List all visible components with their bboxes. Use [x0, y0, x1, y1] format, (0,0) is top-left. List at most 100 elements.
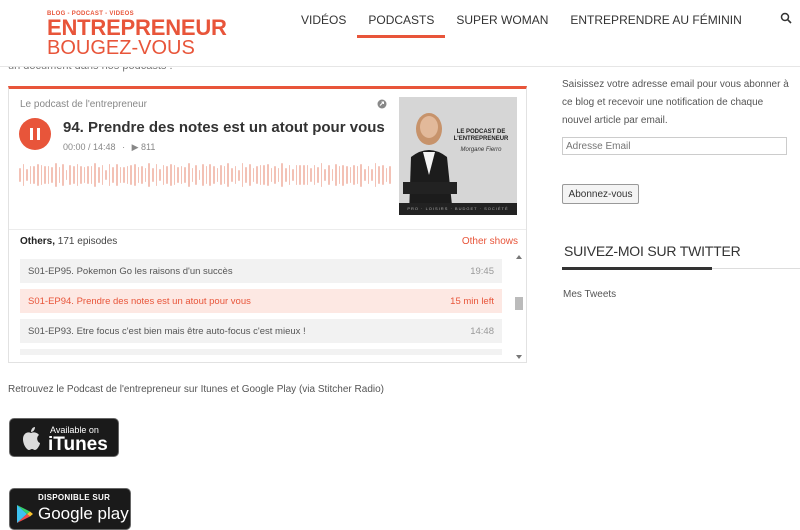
waveform-bar [256, 166, 258, 184]
waveform-bar [44, 166, 46, 184]
waveform-bar [238, 169, 240, 181]
waveform-bar [198, 169, 201, 181]
nav-podcasts[interactable]: PODCASTS [357, 0, 446, 38]
nav-entreprendre-au-feminin[interactable]: ENTREPRENDRE AU FÉMININ [559, 0, 752, 38]
twitter-section-title: SUIVEZ-MOI SUR TWITTER [564, 243, 741, 259]
podcast-name[interactable]: Le podcast de l'entrepreneur [20, 99, 147, 110]
gplay-badge-small: DISPONIBLE SUR [38, 493, 111, 502]
waveform-bar [36, 164, 39, 186]
list-item-partial[interactable] [20, 349, 502, 355]
waveform-bar [191, 168, 194, 182]
my-tweets-link[interactable]: Mes Tweets [563, 289, 616, 300]
logo-main-text: ENTREPRENEUR [47, 15, 227, 40]
waveform-bar [223, 165, 226, 185]
waveform-bar [320, 163, 323, 187]
subscribe-button[interactable]: Abonnez-vous [562, 184, 639, 204]
episode-item-title: S01-EP93. Etre focus c'est bien mais êtr… [28, 326, 306, 337]
waveform-bar [123, 166, 125, 184]
gplay-badge-big: Google play [38, 504, 129, 523]
waveform-bar [205, 165, 208, 185]
scroll-thumb[interactable] [515, 297, 523, 310]
apple-icon [23, 427, 40, 450]
episode-item-title: S01-EP94. Prendre des notes est un atout… [28, 296, 251, 307]
itunes-badge[interactable]: Available on iTunes [9, 418, 119, 457]
waveform-bar [130, 164, 132, 186]
list-item-active[interactable]: S01-EP94. Prendre des notes est un atout… [20, 289, 502, 313]
waveform-bar [360, 163, 362, 187]
waveform-bar [26, 168, 28, 182]
share-icon[interactable] [377, 99, 387, 109]
waveform-bar [216, 167, 219, 183]
nav-videos[interactable]: VIDÉOS [290, 0, 357, 38]
waveform-bar [180, 165, 183, 185]
waveform-bar [371, 168, 373, 182]
waveform-bar [33, 166, 35, 184]
waveform-bar [54, 163, 57, 187]
waveform-bar [47, 166, 50, 184]
episode-item-duration: 15 min left [450, 296, 494, 307]
waveform-bar [227, 163, 230, 187]
google-play-badge[interactable]: DISPONIBLE SUR Google play [9, 488, 131, 530]
google-play-icon [17, 505, 33, 523]
waveform-bar [317, 167, 319, 183]
episode-count: Others, 171 episodes [20, 236, 118, 247]
waveform-bar [112, 166, 115, 184]
title-underline [562, 267, 712, 270]
episode-list-scrollbar[interactable] [515, 255, 523, 359]
search-icon[interactable] [780, 12, 792, 24]
waveform-bar [162, 165, 165, 185]
waveform-bar [58, 167, 61, 183]
waveform-bar [367, 165, 370, 185]
waveform-bar [155, 164, 158, 186]
waveform-bar [259, 165, 262, 185]
waveform-bar [202, 164, 204, 186]
waveform-bar [213, 166, 215, 184]
waveform-bar [90, 165, 93, 185]
waveform-bar [385, 167, 388, 183]
episode-meta: 00:00 / 14:48 · ▶ 811 [63, 142, 156, 152]
waveform-bar [159, 168, 161, 182]
waveform-bar [137, 167, 140, 183]
waveform-bar [381, 164, 384, 186]
waveform-bar [22, 163, 25, 187]
list-item[interactable]: S01-EP93. Etre focus c'est bien mais êtr… [20, 319, 502, 343]
plays-icon: ▶ [131, 142, 139, 152]
waveform-bar [310, 168, 312, 182]
waveform-bar [184, 167, 186, 183]
waveform-bar [249, 164, 251, 186]
waveform-bar [356, 166, 359, 184]
scroll-down-icon[interactable] [516, 355, 522, 359]
site-logo[interactable]: BLOG - PODCAST - VIDEOS ENTREPRENEUR BOU… [47, 11, 227, 58]
waveform-bar [302, 164, 305, 186]
waveform-bar [72, 166, 75, 184]
other-shows-link[interactable]: Other shows [462, 236, 518, 247]
play-button[interactable] [19, 118, 51, 150]
waveform-bar [313, 164, 316, 186]
waveform-bar [148, 163, 150, 187]
waveform-bar [299, 165, 301, 185]
waveform-bar [108, 163, 111, 187]
waveform-bar [209, 164, 212, 186]
email-field[interactable] [562, 137, 787, 155]
waveform-bar [346, 166, 348, 184]
nav-super-woman[interactable]: SUPER WOMAN [445, 0, 559, 38]
waveform-bar [364, 168, 366, 182]
waveform-bar [119, 167, 122, 183]
cover-bar: PRO · LOISIRS · BUDGET · SOCIÉTÉ [399, 203, 517, 215]
waveform-bar [76, 163, 79, 187]
waveform-bar [292, 168, 294, 182]
list-item[interactable]: S01-EP95. Pokemon Go les raisons d'un su… [20, 259, 502, 283]
cover-title: LE PODCAST DE L'ENTREPRENEUR [453, 129, 509, 142]
episode-list: S01-EP95. Pokemon Go les raisons d'un su… [20, 259, 502, 355]
waveform-bar [195, 164, 197, 186]
episode-item-duration: 14:48 [470, 326, 494, 337]
waveform[interactable] [19, 162, 393, 188]
waveform-bar [252, 167, 255, 183]
pause-icon [30, 128, 33, 140]
waveform-bar [87, 165, 89, 185]
scroll-up-icon[interactable] [516, 255, 522, 259]
waveform-bar [306, 165, 309, 185]
waveform-bar [151, 167, 154, 183]
waveform-bar [62, 164, 64, 186]
waveform-bar [374, 163, 377, 187]
